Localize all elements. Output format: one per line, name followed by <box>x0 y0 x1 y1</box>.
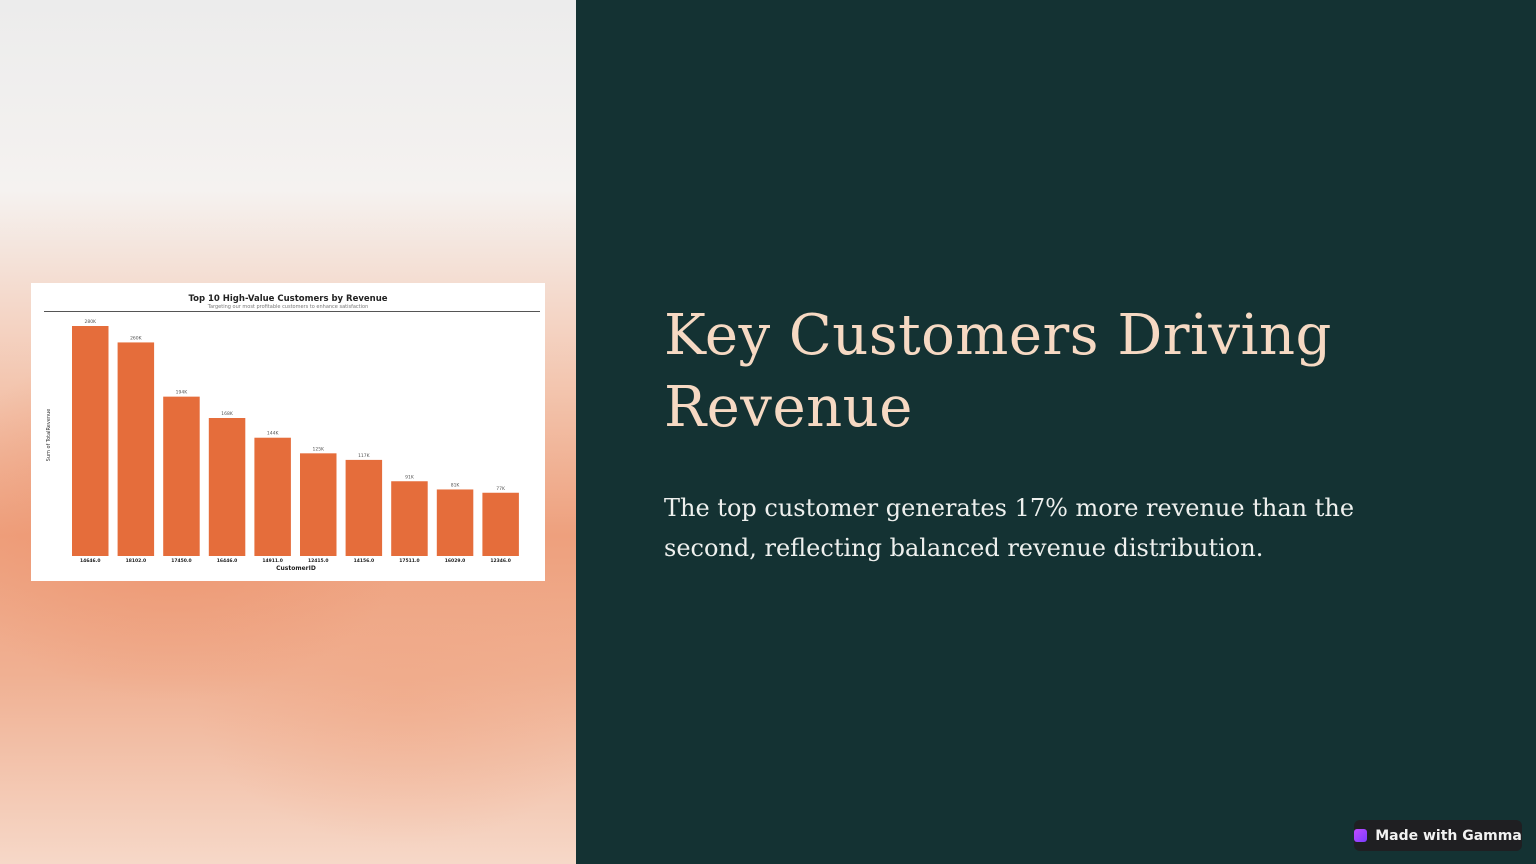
bar-value-label: 91K <box>405 474 415 480</box>
bar-value-label: 144K <box>267 431 280 437</box>
bar-value-label: 194K <box>176 390 189 396</box>
chart-title: Top 10 High-Value Customers by Revenue <box>188 294 387 304</box>
bar-value-label: 117K <box>358 453 371 459</box>
x-tick-label: 14646.0 <box>80 558 101 564</box>
gamma-logo-icon <box>1354 829 1368 842</box>
x-tick-label: 14911.0 <box>262 558 283 564</box>
bar <box>482 492 519 556</box>
x-tick-label: 17511.0 <box>399 558 420 564</box>
x-tick-label: 12346.0 <box>490 558 511 564</box>
x-tick-label: 12415.0 <box>308 558 329 564</box>
bar-value-label: 260K <box>130 335 143 341</box>
bar <box>117 342 155 556</box>
bar <box>345 459 383 556</box>
slide-body-text: The top customer generates 17% more reve… <box>664 494 1355 562</box>
x-tick-label: 17450.0 <box>171 558 192 564</box>
bar <box>391 481 428 556</box>
bar <box>208 418 246 556</box>
bar <box>163 396 200 556</box>
chart-subtitle: Targeting our most profitable customers … <box>207 304 369 310</box>
bar <box>254 437 291 556</box>
bar <box>72 326 109 556</box>
x-tick-label: 16029.0 <box>445 558 466 564</box>
bar <box>300 453 337 556</box>
y-axis-label: Sum of TotalRevenue <box>46 409 52 462</box>
right-content-panel: Key Customers Driving Revenue The top cu… <box>576 0 1536 864</box>
bar-value-label: 81K <box>451 482 461 488</box>
bar-value-label: 280K <box>84 319 97 325</box>
x-axis-label: CustomerID <box>276 565 316 572</box>
slide-title: Key Customers Driving Revenue <box>664 303 1332 440</box>
revenue-bar-chart: Top 10 High-Value Customers by RevenueTa… <box>44 294 540 572</box>
left-image-panel: Top 10 High-Value Customers by Revenue Ta… <box>0 0 576 864</box>
revenue-chart-card: Top 10 High-Value Customers by Revenue Ta… <box>31 283 545 581</box>
badge-label: Made with Gamma <box>1375 827 1522 844</box>
x-tick-label: 16446.0 <box>217 558 238 564</box>
bar-value-label: 125K <box>312 446 325 452</box>
bar-value-label: 168K <box>221 411 234 417</box>
bar-value-label: 77K <box>496 486 506 492</box>
x-tick-label: 14156.0 <box>354 558 375 564</box>
x-tick-label: 18102.0 <box>126 558 147 564</box>
bar <box>436 489 474 556</box>
made-with-gamma-badge[interactable]: Made with Gamma <box>1354 820 1522 851</box>
